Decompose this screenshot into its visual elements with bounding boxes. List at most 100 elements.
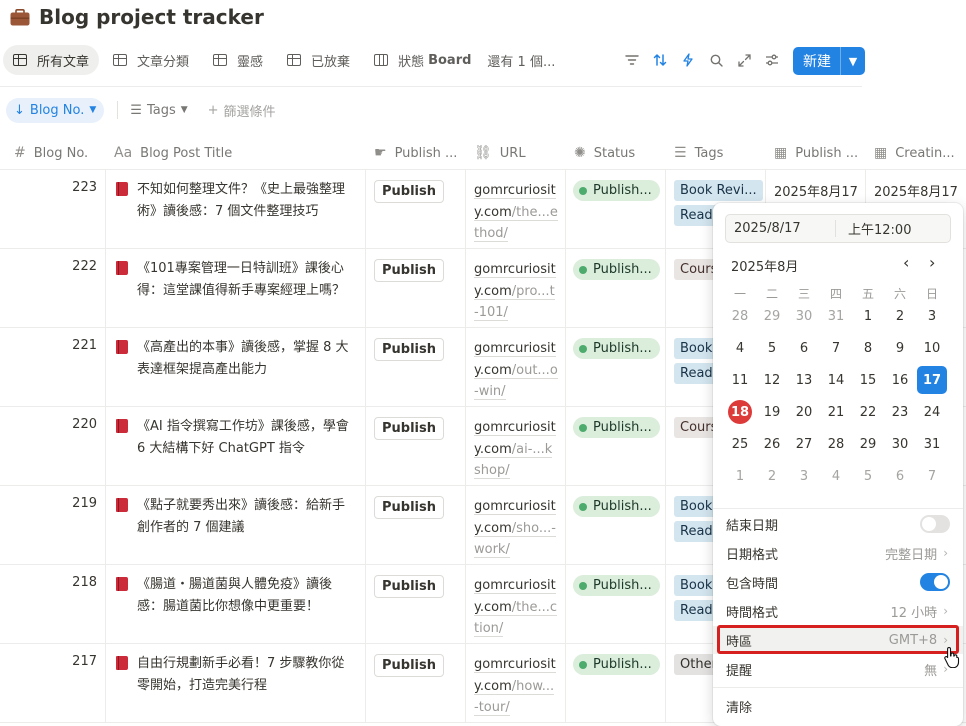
status-badge[interactable]: Publish... bbox=[573, 417, 660, 438]
calendar-day[interactable]: 7 bbox=[917, 462, 947, 490]
time-format-option[interactable]: 時間格式 12 小時 › bbox=[713, 597, 963, 625]
column-header-creation-date[interactable]: ▦ Creatin... bbox=[874, 136, 966, 170]
calendar-day[interactable]: 23 bbox=[885, 398, 915, 426]
publish-button[interactable]: Publish bbox=[374, 654, 444, 677]
tab-all-posts[interactable]: 所有文章 bbox=[3, 45, 100, 75]
calendar-day[interactable]: 28 bbox=[725, 302, 755, 330]
sort-chip[interactable]: ↓ Blog No. ▼ bbox=[6, 97, 105, 123]
status-badge[interactable]: Publish... bbox=[573, 180, 660, 201]
publish-button[interactable]: Publish bbox=[374, 180, 444, 203]
calendar-day[interactable]: 4 bbox=[725, 334, 755, 362]
time-field[interactable]: 上午12:00 bbox=[836, 219, 911, 238]
publish-button[interactable]: Publish bbox=[374, 338, 444, 361]
filter-icon[interactable] bbox=[618, 48, 646, 72]
publish-button[interactable]: Publish bbox=[374, 417, 444, 440]
calendar-day[interactable]: 16 bbox=[885, 366, 915, 394]
tab-categories[interactable]: 文章分類 bbox=[103, 45, 199, 75]
calendar-day[interactable]: 22 bbox=[853, 398, 883, 426]
status-badge[interactable]: Publish... bbox=[573, 575, 660, 596]
status-badge[interactable]: Publish... bbox=[573, 338, 660, 359]
calendar-day[interactable]: 1 bbox=[853, 302, 883, 330]
calendar-day[interactable]: 26 bbox=[757, 430, 787, 458]
end-date-toggle[interactable] bbox=[920, 515, 950, 533]
date-field[interactable]: 2025/8/17 bbox=[726, 220, 836, 237]
status-badge[interactable]: Publish... bbox=[573, 259, 660, 280]
reminder-option[interactable]: 提醒 無 › bbox=[713, 655, 963, 683]
url-link[interactable]: gomrcuriosity.com/the...ction/ bbox=[474, 575, 558, 640]
post-title[interactable]: 《點子就要秀出來》讀後感：給新手創作者的 7 個建議 bbox=[116, 495, 356, 539]
new-button-label[interactable]: 新建 bbox=[793, 47, 841, 75]
tag-badge[interactable]: Book bbox=[674, 575, 719, 596]
calendar-day[interactable]: 12 bbox=[757, 366, 787, 394]
calendar-day[interactable]: 27 bbox=[789, 430, 819, 458]
tag-badge[interactable]: Book Revi... bbox=[674, 180, 763, 201]
calendar-day-selected[interactable]: 17 bbox=[917, 366, 947, 394]
post-title[interactable]: 《腸道・腸道菌與人體免疫》讀後感：腸道菌比你想像中更重要！ bbox=[116, 574, 356, 618]
calendar-day[interactable]: 24 bbox=[917, 398, 947, 426]
column-header-publish-date[interactable]: ▦ Publish ... bbox=[774, 136, 862, 170]
status-badge[interactable]: Publish... bbox=[573, 496, 660, 517]
column-header-blog-no[interactable]: # Blog No. bbox=[14, 136, 104, 170]
column-header-publish[interactable]: ☛ Publish ... bbox=[374, 136, 464, 170]
chevron-right-icon[interactable]: › bbox=[929, 253, 935, 272]
post-title[interactable]: 不知如何整理文件？《史上最強整理術》讀後感：7 個文件整理技巧 bbox=[116, 179, 356, 223]
include-time-option[interactable]: 包含時間 bbox=[713, 568, 963, 596]
calendar-day[interactable]: 29 bbox=[853, 430, 883, 458]
calendar-day[interactable]: 19 bbox=[757, 398, 787, 426]
calendar-day[interactable]: 14 bbox=[821, 366, 851, 394]
publish-button[interactable]: Publish bbox=[374, 259, 444, 282]
url-link[interactable]: gomrcuriosity.com/out...o-win/ bbox=[474, 338, 558, 403]
calendar-day[interactable]: 3 bbox=[789, 462, 819, 490]
calendar-day[interactable]: 3 bbox=[917, 302, 947, 330]
tab-inspiration[interactable]: 靈感 bbox=[203, 45, 273, 75]
calendar-day[interactable]: 5 bbox=[853, 462, 883, 490]
date-time-input[interactable]: 2025/8/17 上午12:00 bbox=[725, 214, 951, 243]
tab-status-board[interactable]: 狀態 Board bbox=[364, 45, 481, 75]
add-filter-button[interactable]: + 篩選條件 bbox=[208, 101, 276, 120]
calendar-day[interactable]: 4 bbox=[821, 462, 851, 490]
calendar-day[interactable]: 25 bbox=[725, 430, 755, 458]
sort-icon[interactable] bbox=[646, 48, 674, 72]
date-format-option[interactable]: 日期格式 完整日期 › bbox=[713, 539, 963, 567]
calendar-day[interactable]: 28 bbox=[821, 430, 851, 458]
publish-button[interactable]: Publish bbox=[374, 496, 444, 519]
tag-badge[interactable]: Book bbox=[674, 338, 719, 359]
tab-abandoned[interactable]: 已放棄 bbox=[277, 45, 360, 75]
calendar-day[interactable]: 20 bbox=[789, 398, 819, 426]
calendar-day[interactable]: 31 bbox=[917, 430, 947, 458]
calendar-day[interactable]: 30 bbox=[789, 302, 819, 330]
url-link[interactable]: gomrcuriosity.com/the...ethod/ bbox=[474, 180, 558, 245]
calendar-day[interactable]: 21 bbox=[821, 398, 851, 426]
column-header-status[interactable]: ✺ Status bbox=[574, 136, 664, 170]
tags-filter-chip[interactable]: ☰ Tags ▼ bbox=[130, 103, 187, 118]
more-views-button[interactable]: 還有 1 個... bbox=[487, 51, 555, 70]
chevron-down-icon[interactable]: ▼ bbox=[841, 47, 865, 75]
clear-option[interactable]: 清除 bbox=[713, 692, 963, 720]
end-date-option[interactable]: 結束日期 bbox=[713, 510, 963, 538]
calendar-day[interactable]: 10 bbox=[917, 334, 947, 362]
url-link[interactable]: gomrcuriosity.com/ai-...kshop/ bbox=[474, 417, 558, 482]
calendar-day[interactable]: 31 bbox=[821, 302, 851, 330]
calendar-day[interactable]: 6 bbox=[885, 462, 915, 490]
calendar-day[interactable]: 8 bbox=[853, 334, 883, 362]
status-badge[interactable]: Publish... bbox=[573, 654, 660, 675]
calendar-day[interactable]: 2 bbox=[757, 462, 787, 490]
publish-date[interactable]: 2025年8月17 bbox=[774, 181, 858, 200]
search-icon[interactable] bbox=[702, 48, 730, 72]
calendar-day-today[interactable]: 18 bbox=[725, 398, 755, 426]
calendar-day[interactable]: 6 bbox=[789, 334, 819, 362]
calendar-day[interactable]: 11 bbox=[725, 366, 755, 394]
calendar-day[interactable]: 15 bbox=[853, 366, 883, 394]
chevron-left-icon[interactable]: ‹ bbox=[903, 253, 909, 272]
calendar-day[interactable]: 2 bbox=[885, 302, 915, 330]
post-title[interactable]: 自由行規劃新手必看！7 步驟教你從零開始，打造完美行程 bbox=[116, 653, 356, 697]
column-header-url[interactable]: ⛓ URL bbox=[474, 136, 564, 170]
post-title[interactable]: 《AI 指令撰寫工作坊》課後感，學會 6 大結構下好 ChatGPT 指令 bbox=[116, 416, 356, 460]
publish-button[interactable]: Publish bbox=[374, 575, 444, 598]
expand-icon[interactable] bbox=[730, 48, 758, 72]
column-header-title[interactable]: Aa Blog Post Title bbox=[114, 136, 359, 170]
automation-icon[interactable] bbox=[674, 48, 702, 72]
calendar-day[interactable]: 29 bbox=[757, 302, 787, 330]
calendar-day[interactable]: 7 bbox=[821, 334, 851, 362]
include-time-toggle[interactable] bbox=[920, 573, 950, 591]
